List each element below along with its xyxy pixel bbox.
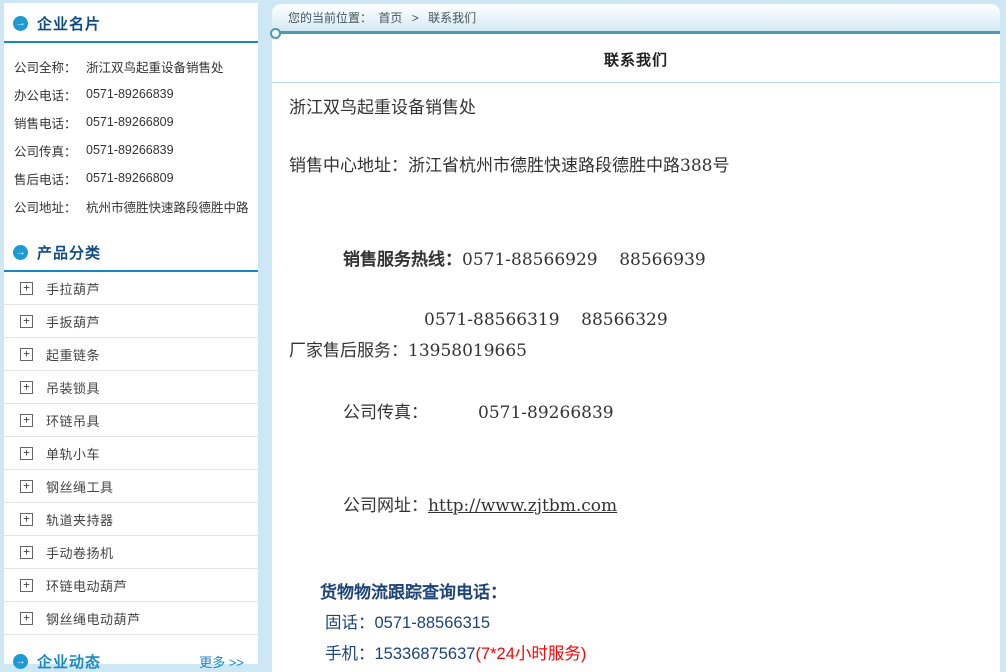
category-item-monorail-trolley[interactable]: + 单轨小车 <box>4 437 258 470</box>
plus-box-icon: + <box>20 282 33 295</box>
arrow-circle-icon: → <box>13 16 28 31</box>
sales-hotline-line: 销售服务热线：0571-88566929 88566939 <box>289 215 1000 305</box>
plus-box-icon: + <box>20 348 33 361</box>
field-value: 0571-89266809 <box>86 115 258 129</box>
field-label: 公司传真： <box>14 141 86 160</box>
aftersale-service-line: 厂家售后服务：13958019665 <box>289 336 1000 367</box>
company-card-fields: 公司全称： 浙江双鸟起重设备销售处 办公电话： 0571-89266839 销售… <box>4 43 258 230</box>
page: → 企业名片 公司全称： 浙江双鸟起重设备销售处 办公电话： 0571-8926… <box>0 0 1006 672</box>
plus-box-icon: + <box>20 579 33 592</box>
field-label: 销售电话： <box>14 113 86 132</box>
category-item-chain-sling[interactable]: + 环链吊具 <box>4 404 258 437</box>
sales-center-address: 销售中心地址：浙江省杭州市德胜快速路段德胜中路388号 <box>289 151 1000 181</box>
plus-box-icon: + <box>20 480 33 493</box>
card-field-row: 售后电话： 0571-89266809 <box>4 164 258 192</box>
arrow-circle-icon: → <box>13 245 28 260</box>
field-label: 公司全称： <box>14 57 86 76</box>
category-item-hand-winch[interactable]: + 手动卷扬机 <box>4 536 258 569</box>
arrow-circle-icon: → <box>13 654 28 669</box>
plus-box-icon: + <box>20 447 33 460</box>
card-field-row: 销售电话： 0571-89266809 <box>4 108 258 136</box>
sales-hotline-label: 销售服务热线： <box>343 250 462 270</box>
divider-dot-icon <box>270 28 281 39</box>
card-field-row: 办公电话： 0571-89266839 <box>4 80 258 108</box>
product-categories-title: 产品分类 <box>37 242 101 263</box>
service-hours-note: (7*24小时服务) <box>475 645 586 663</box>
sidebar: → 企业名片 公司全称： 浙江双鸟起重设备销售处 办公电话： 0571-8926… <box>4 3 258 664</box>
card-field-row: 公司全称： 浙江双鸟起重设备销售处 <box>4 52 258 80</box>
page-title: 联系我们 <box>272 34 1000 83</box>
category-item-electric-chain-hoist[interactable]: + 环链电动葫芦 <box>4 569 258 602</box>
category-item-electric-wire-rope-hoist[interactable]: + 钢丝绳电动葫芦 <box>4 602 258 635</box>
more-link[interactable]: 更多 >> <box>199 652 248 671</box>
logistics-tel-line: 固话：0571-88566315 <box>320 608 1000 639</box>
company-website-line: 公司网址：http://www.zjtbm.com <box>289 460 1000 553</box>
website-link[interactable]: http://www.zjtbm.com <box>428 496 617 516</box>
breadcrumb-prefix: 您的当前位置： <box>288 11 372 25</box>
plus-box-icon: + <box>20 381 33 394</box>
contact-content: 联系我们 浙江双鸟起重设备销售处 销售中心地址：浙江省杭州市德胜快速路段德胜中路… <box>272 34 1000 672</box>
card-field-row: 公司地址： 杭州市德胜快速路段德胜中路 <box>4 192 258 220</box>
panel-divider <box>272 31 1000 34</box>
category-item-rail-clamp[interactable]: + 轨道夹持器 <box>4 503 258 536</box>
company-news-title: 企业动态 <box>37 651 101 672</box>
company-name: 浙江双鸟起重设备销售处 <box>289 83 1000 123</box>
product-categories: → 产品分类 + 手拉葫芦 + 手扳葫芦 + 起重链条 + 吊装锁具 + 环链吊… <box>4 232 258 635</box>
company-card-header: → 企业名片 <box>4 3 258 43</box>
company-fax-line: 公司传真： 0571-89266839 <box>289 367 1000 460</box>
breadcrumb-current: 联系我们 <box>428 11 476 25</box>
logistics-tracking-block: 货物物流跟踪查询电话： 固话：0571-88566315 手机：15336875… <box>272 578 1000 672</box>
contact-info-block: 浙江双鸟起重设备销售处 销售中心地址：浙江省杭州市德胜快速路段德胜中路388号 … <box>272 83 1000 553</box>
breadcrumb-separator: > <box>412 11 419 25</box>
sales-hotline-numbers: 0571-88566929 88566939 <box>462 250 706 270</box>
logistics-mobile-number: 手机：15336875637 <box>325 645 475 663</box>
category-item-rigging-locks[interactable]: + 吊装锁具 <box>4 371 258 404</box>
plus-box-icon: + <box>20 315 33 328</box>
field-value: 0571-89266839 <box>86 143 258 157</box>
company-news-header: → 企业动态 更多 >> <box>4 641 258 672</box>
field-value: 杭州市德胜快速路段德胜中路 <box>86 197 258 216</box>
logistics-title: 货物物流跟踪查询电话： <box>320 578 1000 608</box>
company-card-title: 企业名片 <box>37 13 101 34</box>
plus-box-icon: + <box>20 414 33 427</box>
plus-box-icon: + <box>20 513 33 526</box>
card-field-row: 公司传真： 0571-89266839 <box>4 136 258 164</box>
field-value: 0571-89266809 <box>86 171 258 185</box>
website-label: 公司网址： <box>343 496 428 516</box>
category-item-hand-chain-hoist[interactable]: + 手拉葫芦 <box>4 272 258 305</box>
category-item-lever-hoist[interactable]: + 手扳葫芦 <box>4 305 258 338</box>
category-item-lifting-chain[interactable]: + 起重链条 <box>4 338 258 371</box>
sales-hotline-line2: 0571-88566319 88566329 <box>289 305 1000 336</box>
breadcrumb: 您的当前位置： 首页 > 联系我们 <box>272 4 1000 31</box>
field-label: 办公电话： <box>14 85 86 104</box>
logistics-mobile-line: 手机：15336875637(7*24小时服务) <box>320 639 1000 670</box>
fax-value: 0571-89266839 <box>478 403 614 423</box>
category-item-wire-rope-tools[interactable]: + 钢丝绳工具 <box>4 470 258 503</box>
breadcrumb-home-link[interactable]: 首页 <box>378 11 402 25</box>
fax-label: 公司传真： <box>343 403 428 423</box>
product-categories-header: → 产品分类 <box>4 232 258 272</box>
plus-box-icon: + <box>20 612 33 625</box>
field-value: 0571-89266839 <box>86 87 258 101</box>
field-label: 公司地址： <box>14 197 86 216</box>
plus-box-icon: + <box>20 546 33 559</box>
field-label: 售后电话： <box>14 169 86 188</box>
main-panel: 您的当前位置： 首页 > 联系我们 联系我们 浙江双鸟起重设备销售处 销售中心地… <box>272 4 1000 672</box>
field-value: 浙江双鸟起重设备销售处 <box>86 57 258 76</box>
